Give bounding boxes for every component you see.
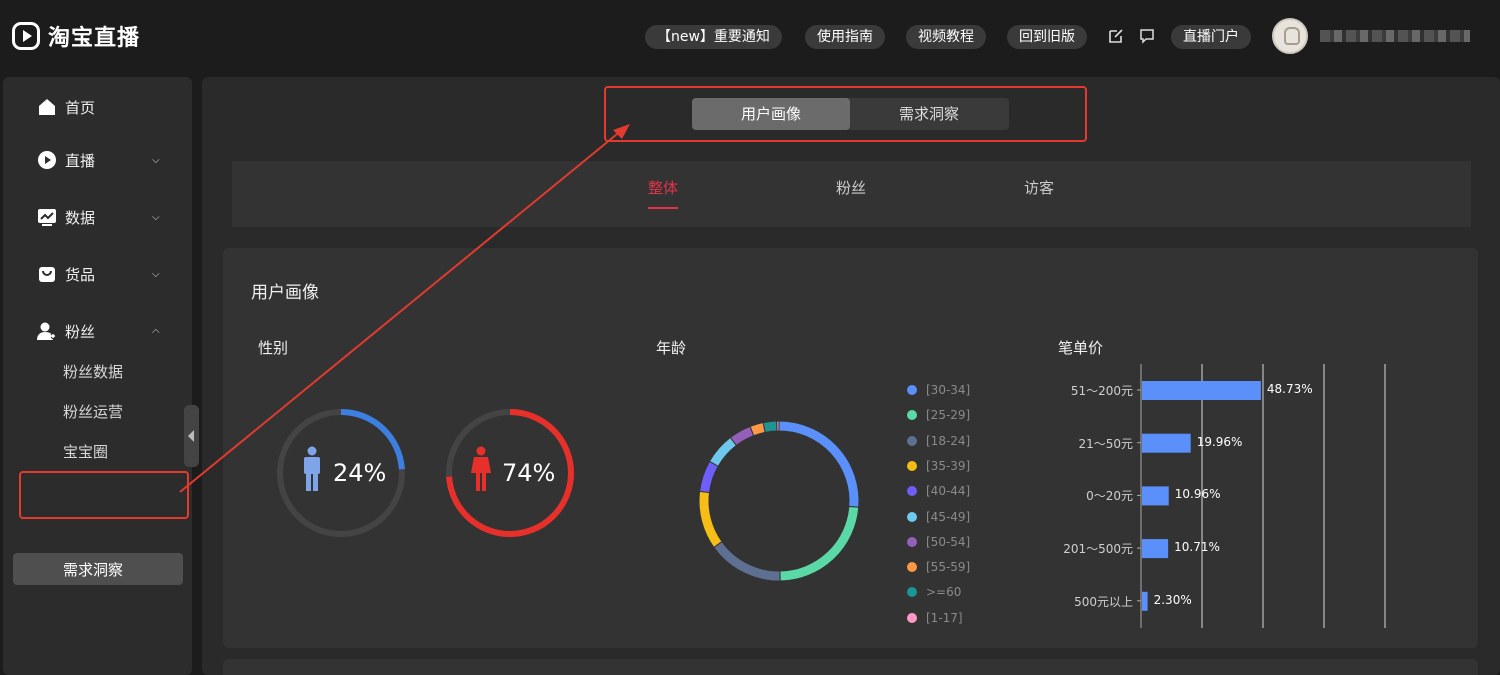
sidebar-item-label: 首页 <box>65 98 96 117</box>
sidebar-sub-fan-data[interactable]: 粉丝数据 <box>3 355 192 387</box>
video-tutorial-button[interactable]: 视频教程 <box>906 25 986 49</box>
price-value-label: 48.73% <box>1266 382 1313 396</box>
edit-icon[interactable] <box>1108 28 1124 44</box>
sidebar-sub-fan-ops[interactable]: 粉丝运营 <box>3 395 192 427</box>
sidebar-item-label: 粉丝 <box>65 322 96 341</box>
price-category-label: 21～50元 <box>1078 436 1133 451</box>
price-value-label: 2.30% <box>1153 592 1192 607</box>
play-icon <box>38 151 56 169</box>
notice-button[interactable]: 【new】重要通知 <box>645 25 782 49</box>
sidebar-item-fans[interactable]: 粉丝 ⌵ <box>3 311 192 351</box>
tab-visitors[interactable]: 访客 <box>1024 177 1054 198</box>
sidebar-item-goods[interactable]: 货品 ⌵ <box>3 254 192 294</box>
bag-icon <box>39 267 55 282</box>
price-category-label: 0～20元 <box>1086 489 1133 504</box>
price-category-label: 51～200元 <box>1070 384 1133 398</box>
main-content: 用户画像 需求洞察 整体 粉丝 访客 用户画像 性别 24% 74% 年龄 [3… <box>202 77 1500 675</box>
top-bar: 淘宝直播 【new】重要通知 使用指南 视频教程 回到旧版 直播门户 <box>0 0 1500 74</box>
sidebar-collapse-handle[interactable] <box>184 405 199 467</box>
sidebar-sub-demand-insight[interactable]: 需求洞察 <box>13 553 183 585</box>
price-bar <box>1142 381 1261 400</box>
price-bar <box>1142 486 1169 506</box>
user-profile-card: 用户画像 性别 24% 74% 年龄 [30-34][25-29][18-2 <box>223 248 1478 648</box>
live-portal-button[interactable]: 直播门户 <box>1171 25 1251 49</box>
sidebar-sub-baby-circle[interactable]: 宝宝圈 <box>3 435 192 467</box>
price-value-label: 10.71% <box>1174 540 1220 555</box>
segment-demand-insight[interactable]: 需求洞察 <box>850 98 1008 130</box>
sidebar-item-home[interactable]: 首页 <box>3 87 192 127</box>
price-bar <box>1142 539 1169 559</box>
home-icon <box>39 99 55 115</box>
tab-fans[interactable]: 粉丝 <box>836 177 866 198</box>
price-value-label: 10.96% <box>1174 487 1221 502</box>
username <box>1320 30 1470 42</box>
price-value-label: 19.96% <box>1196 434 1243 449</box>
price-bar-chart <box>1137 364 1386 628</box>
active-tab-indicator <box>648 207 678 209</box>
sidebar-item-data[interactable]: 数据 ⌵ <box>3 197 192 237</box>
price-bar <box>1142 433 1191 453</box>
sidebar-sub-label: 粉丝运营 <box>63 403 124 421</box>
sidebar-item-label: 货品 <box>65 265 96 284</box>
play-logo-icon <box>12 22 40 50</box>
sidebar-item-label: 直播 <box>65 151 96 170</box>
price-bar <box>1142 591 1148 611</box>
segment-user-profile[interactable]: 用户画像 <box>692 98 850 130</box>
avatar[interactable] <box>1272 18 1308 54</box>
sidebar-sub-label: 需求洞察 <box>63 561 124 579</box>
message-icon[interactable] <box>1139 28 1155 44</box>
sidebar-sub-label: 宝宝圈 <box>63 443 109 461</box>
sidebar-item-live[interactable]: 直播 ⌵ <box>3 140 192 180</box>
sidebar-item-label: 数据 <box>65 208 96 227</box>
chevron-down-icon: ⌵ <box>152 211 160 223</box>
chevron-down-icon: ⌵ <box>152 154 160 166</box>
sidebar: 首页 直播 ⌵ 数据 ⌵ 货品 ⌵ 粉丝 ⌵ 粉丝数据 粉丝运营 宝宝圈 需求洞… <box>3 77 192 675</box>
subtab-bar: 整体 粉丝 访客 <box>232 161 1471 227</box>
segment-control: 用户画像 需求洞察 <box>692 98 1009 130</box>
fans-icon <box>37 322 57 340</box>
chart-icon <box>38 209 56 226</box>
price-category-label: 201～500元 <box>1063 542 1133 557</box>
chevron-down-icon: ⌵ <box>152 268 160 280</box>
logo[interactable]: 淘宝直播 <box>12 20 140 52</box>
next-card <box>223 659 1478 675</box>
sidebar-sub-label: 粉丝数据 <box>63 363 124 381</box>
tab-overall[interactable]: 整体 <box>648 177 678 198</box>
guide-button[interactable]: 使用指南 <box>805 25 885 49</box>
chevron-up-icon: ⌵ <box>152 325 160 337</box>
old-version-button[interactable]: 回到旧版 <box>1007 25 1087 49</box>
price-category-label: 500元以上 <box>1074 594 1133 609</box>
logo-text: 淘宝直播 <box>48 26 141 51</box>
